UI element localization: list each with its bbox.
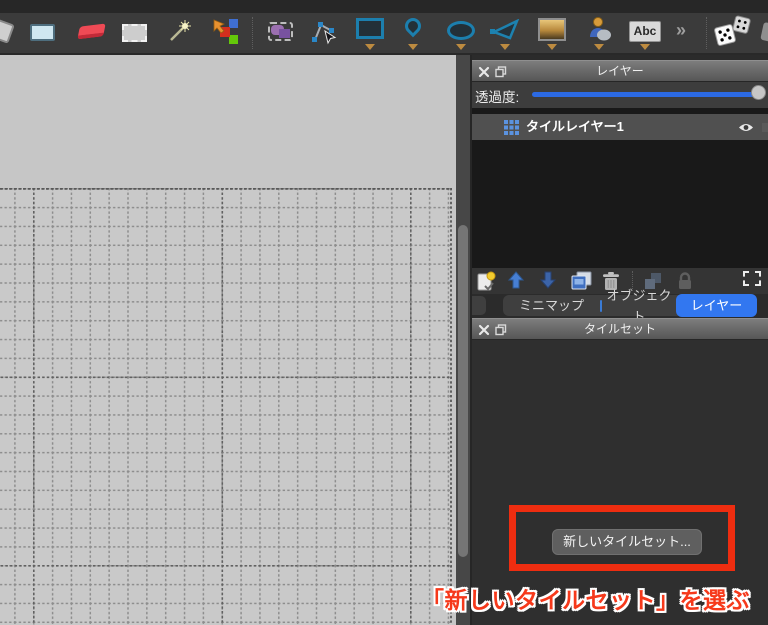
insert-template-icon[interactable] xyxy=(586,17,612,41)
lower-layer-button[interactable] xyxy=(540,271,556,290)
tab-layers-active[interactable]: レイヤー xyxy=(676,293,757,317)
scrollbar-thumb[interactable] xyxy=(458,225,468,557)
layer-visibility-eye-icon[interactable] xyxy=(738,122,754,133)
float-layers-panel-icon[interactable] xyxy=(495,66,507,78)
tile-layer-icon xyxy=(504,120,519,135)
rectangular-select-icon[interactable] xyxy=(122,24,147,42)
duplicate-layer-button[interactable] xyxy=(571,271,593,291)
toolbar-separator xyxy=(252,17,253,49)
magic-wand-icon[interactable] xyxy=(166,19,192,45)
bucket-fill-icon[interactable] xyxy=(0,18,15,44)
insert-point-dropdown-icon[interactable] xyxy=(408,44,418,50)
opacity-slider-handle[interactable] xyxy=(751,85,766,100)
opacity-row: 透過度: xyxy=(472,82,768,108)
insert-polygon-icon[interactable] xyxy=(490,19,520,41)
raise-layer-button[interactable] xyxy=(508,271,524,290)
insert-tile-icon[interactable] xyxy=(538,18,566,41)
annotation-text: 「新しいタイルセット」を選ぶ xyxy=(421,587,750,613)
toolbar-overflow-chevron-icon[interactable]: » xyxy=(676,20,686,41)
close-layers-panel-icon[interactable] xyxy=(478,66,490,78)
layers-panel-title: レイヤー xyxy=(596,64,644,78)
window-top-strip xyxy=(0,0,768,13)
opacity-label: 透過度: xyxy=(475,90,520,105)
insert-ellipse-icon[interactable] xyxy=(447,21,475,40)
insert-template-dropdown-icon[interactable] xyxy=(594,44,604,50)
tools-toolbar: Abc » xyxy=(0,13,768,55)
shape-fill-icon[interactable] xyxy=(30,24,55,41)
layer-list[interactable]: タイルレイヤー1 xyxy=(472,108,768,268)
layers-panel-header: レイヤー xyxy=(472,60,768,82)
tile-grid[interactable] xyxy=(0,188,456,625)
layer-row-tile-layer-1[interactable]: タイルレイヤー1 xyxy=(472,114,768,140)
canvas-vertical-scrollbar[interactable] xyxy=(456,55,470,625)
insert-polygon-dropdown-icon[interactable] xyxy=(500,44,510,50)
edit-polygons-icon[interactable] xyxy=(310,18,338,46)
layer-row-edge-mark xyxy=(762,123,768,132)
lock-layer-button-disabled[interactable] xyxy=(677,271,693,290)
dock-tab-row: ミニマップ オブジェクト レイヤー xyxy=(472,288,768,324)
toolbar-clipped-tool-icon[interactable] xyxy=(760,21,768,43)
insert-point-icon[interactable] xyxy=(401,14,425,38)
float-tileset-panel-icon[interactable] xyxy=(495,324,507,336)
insert-rectangle-dropdown-icon[interactable] xyxy=(365,44,375,50)
insert-text-dropdown-icon[interactable] xyxy=(640,44,650,50)
insert-tile-dropdown-icon[interactable] xyxy=(547,44,557,50)
select-same-tile-icon[interactable] xyxy=(212,18,240,46)
tileset-panel-title: タイルセット xyxy=(583,322,656,336)
opacity-slider[interactable] xyxy=(532,92,760,97)
tileset-panel-header: タイルセット xyxy=(472,318,768,340)
tab-minimap[interactable]: ミニマップ xyxy=(503,295,600,316)
new-layer-button[interactable] xyxy=(476,271,496,291)
clipped-tab-stub[interactable] xyxy=(472,296,486,315)
highlight-current-layer-button[interactable] xyxy=(743,271,761,286)
insert-rectangle-icon[interactable] xyxy=(356,18,384,39)
annotation-highlight-box xyxy=(509,505,735,571)
insert-ellipse-dropdown-icon[interactable] xyxy=(456,44,466,50)
layer-name: タイルレイヤー1 xyxy=(526,119,624,134)
random-mode-dice-icon[interactable] xyxy=(713,15,755,49)
insert-text-icon[interactable]: Abc xyxy=(629,21,661,42)
eraser-icon[interactable] xyxy=(77,23,106,40)
dock-tab-bar: ミニマップ オブジェクト レイヤー xyxy=(503,288,757,324)
close-tileset-panel-icon[interactable] xyxy=(478,324,490,336)
map-canvas[interactable] xyxy=(0,55,456,625)
toolbar-separator xyxy=(706,17,707,49)
select-objects-icon[interactable] xyxy=(268,22,293,41)
tiled-map-editor-window: Abc » レイヤー 透過度: タイルレイヤー1 ミニマップ オブジェクト レイ… xyxy=(0,0,768,625)
